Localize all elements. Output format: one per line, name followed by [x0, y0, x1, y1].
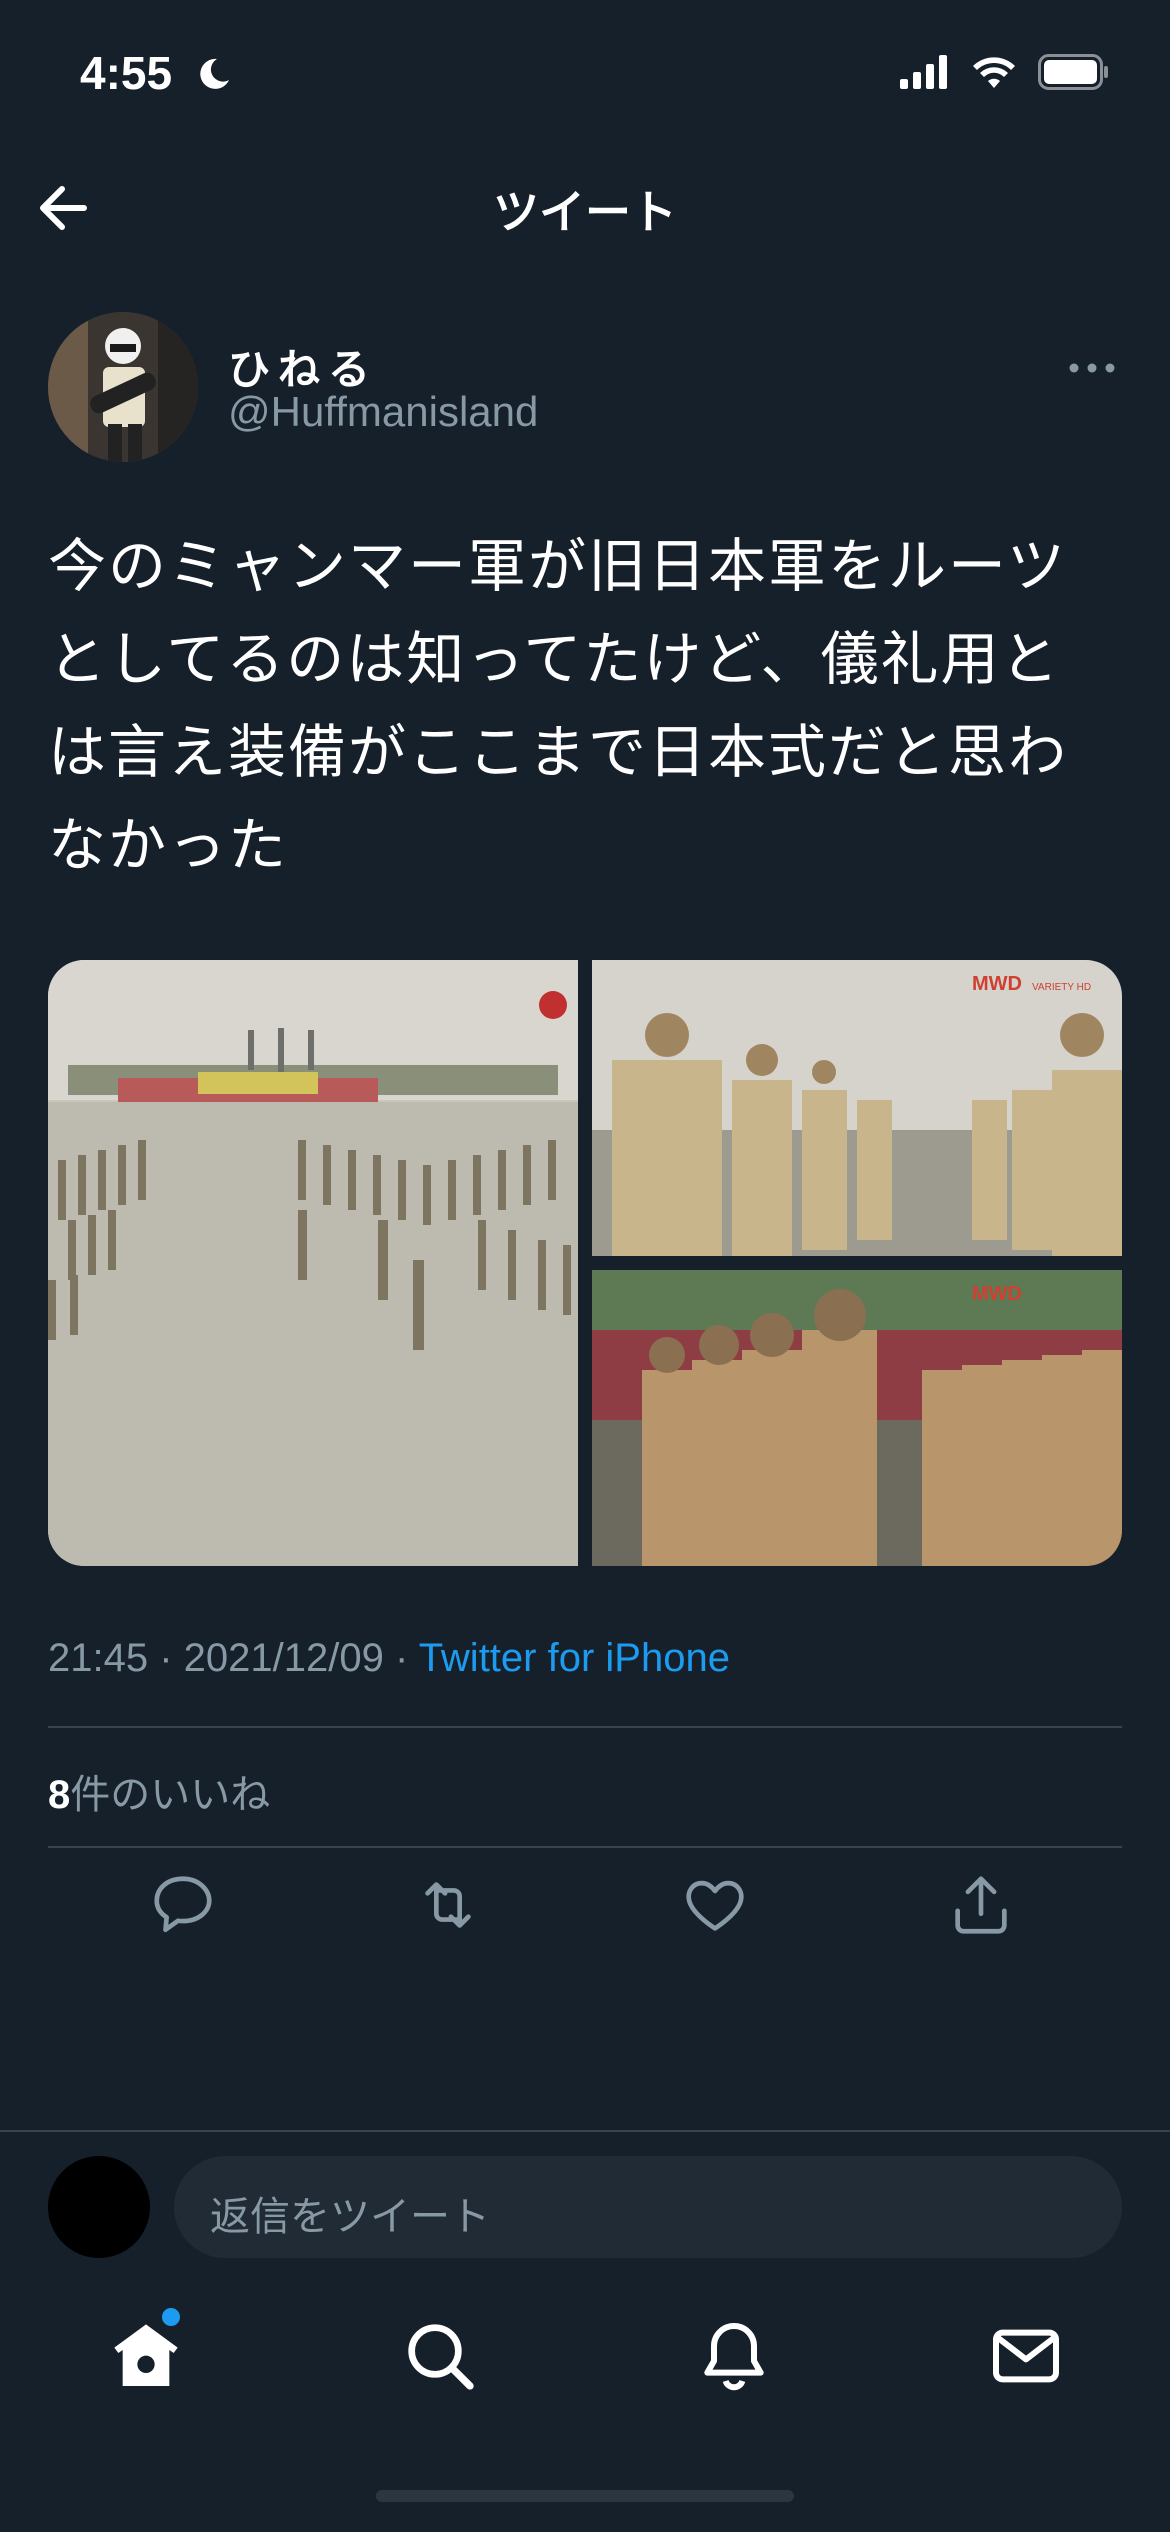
tweet-media-grid: MWD VARIETY HD MWD — [48, 960, 1122, 1566]
media-watermark: MWD — [972, 1283, 1022, 1305]
tweet-time: 21:45 — [48, 1636, 149, 1680]
home-icon[interactable] — [106, 2316, 186, 2396]
signal-icon — [900, 55, 947, 89]
more-options-icon[interactable] — [1062, 348, 1122, 388]
media-watermark-sub: VARIETY HD — [1032, 982, 1091, 993]
status-bar: 4:55 — [0, 0, 1170, 150]
home-notification-dot — [162, 2308, 180, 2326]
status-time: 4:55 — [80, 47, 173, 99]
likes-count: 8 — [48, 1773, 71, 1817]
tweet-text: 今のミャンマー軍が旧日本軍をルーツ としてるのは知ってたけど、儀礼用と は言え装… — [48, 520, 1128, 892]
my-avatar[interactable] — [48, 2156, 150, 2258]
likes-count-row[interactable]: 8件のいいね — [48, 1762, 270, 1820]
search-icon[interactable] — [400, 2316, 480, 2396]
meta-separator: · — [383, 1636, 419, 1680]
reply-divider — [0, 2130, 1170, 2132]
nav-bar: ツイート — [0, 150, 1170, 260]
tweet-text-line: 今のミャンマー軍が旧日本軍をルーツ — [48, 532, 1067, 600]
media-photo-soldiers-row[interactable]: MWD VARIETY HD — [592, 960, 1122, 1256]
tweet-action-bar — [48, 1870, 1122, 1950]
avatar-image — [48, 312, 198, 462]
reply-input[interactable]: 返信をツイート — [174, 2156, 1122, 2258]
tweet-source-link[interactable]: Twitter for iPhone — [419, 1636, 730, 1680]
moon-icon — [200, 58, 229, 89]
media-photo-parade-ground[interactable] — [48, 960, 578, 1566]
author-avatar[interactable] — [48, 312, 198, 462]
divider — [48, 1846, 1122, 1848]
tweet-date: 2021/12/09 — [183, 1636, 384, 1680]
like-icon[interactable] — [680, 1870, 750, 1940]
reply-placeholder: 返信をツイート — [210, 2194, 490, 2240]
media-photo-officers[interactable]: MWD — [592, 1270, 1122, 1566]
home-indicator — [376, 2490, 794, 2502]
tweet-meta: 21:45 · 2021/12/09 · Twitter for iPhone — [48, 1636, 730, 1681]
likes-label: 件のいいね — [70, 1772, 271, 1818]
notifications-bell-icon[interactable] — [694, 2316, 774, 2396]
page-title: ツイート — [493, 185, 677, 239]
author-handle[interactable]: @Huffmanisland — [228, 388, 538, 436]
battery-icon — [1038, 54, 1108, 90]
meta-separator: · — [148, 1636, 184, 1680]
media-watermark: MWD — [972, 973, 1022, 995]
wifi-icon — [973, 57, 1015, 88]
messages-envelope-icon[interactable] — [986, 2316, 1066, 2396]
tweet-text-line: としてるのは知ってたけど、儀礼用と — [48, 625, 1061, 693]
reply-icon[interactable] — [148, 1870, 218, 1940]
tweet-text-line: は言え装備がここまで日本式だと思わ — [48, 718, 1069, 786]
tweet-author: ひねる @Huffmanisland — [48, 312, 1122, 462]
tweet-text-line: なかった — [48, 811, 289, 879]
divider — [48, 1726, 1122, 1728]
status-icons — [900, 54, 1110, 90]
share-icon[interactable] — [946, 1870, 1016, 1940]
retweet-icon[interactable] — [413, 1870, 483, 1940]
